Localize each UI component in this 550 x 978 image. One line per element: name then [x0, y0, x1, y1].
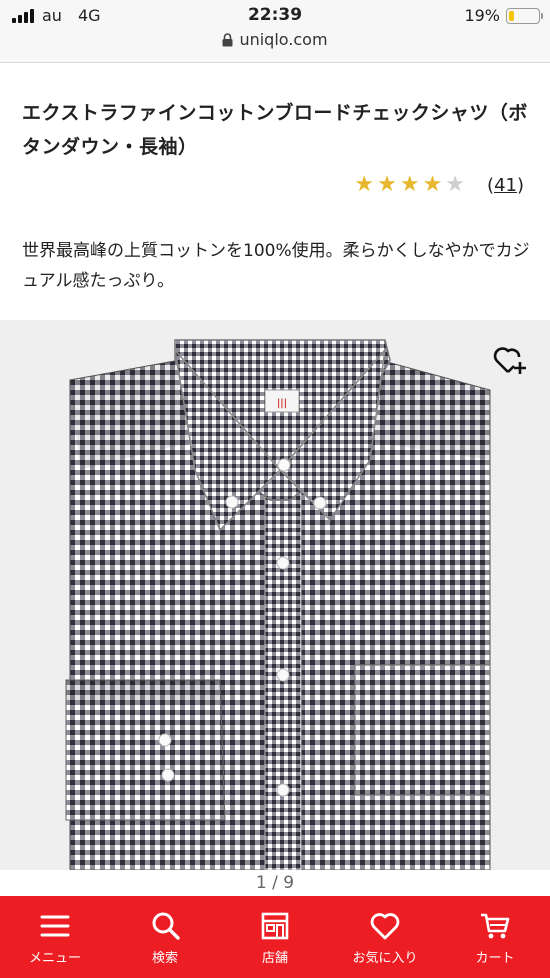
image-pager: 1 / 9	[255, 873, 295, 893]
nav-search[interactable]: 検索	[110, 896, 220, 978]
nav-search-label: 検索	[151, 950, 178, 966]
nav-menu-label: メニュー	[28, 950, 81, 966]
star-filled-icon: ★	[399, 172, 420, 197]
nav-cart[interactable]: カート	[440, 896, 550, 978]
store-icon	[261, 912, 289, 939]
star-filled-icon: ★	[377, 172, 397, 197]
add-to-favorites-icon[interactable]	[492, 342, 528, 378]
menu-icon	[40, 915, 70, 936]
rating-stars: ★ ★ ★ ★ ★	[354, 172, 465, 198]
product-image: |||	[65, 339, 491, 870]
url-text: uniqlo.com	[239, 30, 328, 49]
heart-icon	[370, 912, 400, 939]
svg-text:|||: |||	[277, 398, 287, 409]
bottom-nav: メニュー 検索 店舗 お気に入り カート	[0, 896, 550, 978]
search-icon	[152, 912, 180, 940]
nav-menu[interactable]: メニュー	[0, 896, 110, 978]
review-count[interactable]: (41)	[487, 175, 524, 196]
battery-percent: 19%	[464, 6, 500, 25]
status-right: 19%	[464, 6, 543, 25]
star-filled-icon: ★	[354, 172, 375, 197]
review-count-link[interactable]: 41	[494, 175, 517, 196]
product-image-carousel[interactable]: |||	[0, 320, 550, 870]
lock-icon	[222, 33, 233, 47]
product-rating[interactable]: ★ ★ ★ ★ ★ (41)	[354, 172, 524, 198]
address-bar[interactable]: uniqlo.com	[0, 30, 550, 49]
nav-cart-label: カート	[475, 950, 515, 966]
product-description: 世界最高峰の上質コットンを100%使用。柔らかくしなやかでカジュアル感たっぷり。	[22, 241, 530, 291]
nav-store-label: 店舗	[261, 950, 288, 966]
product-title: エクストラファインコットンブロードチェックシャツ（ボタンダウン・長袖）	[22, 102, 528, 158]
battery-fill	[509, 10, 514, 21]
nav-favorites-label: お気に入り	[352, 950, 418, 966]
nav-store[interactable]: 店舗	[220, 896, 330, 978]
battery-icon	[506, 7, 543, 24]
status-bar: au 4G 22:39 uniqlo.com 19%	[0, 0, 550, 63]
cart-icon	[481, 913, 510, 938]
nav-favorites[interactable]: お気に入り	[330, 896, 440, 978]
star-empty-icon: ★	[445, 172, 466, 197]
star-filled-icon: ★	[422, 172, 443, 197]
